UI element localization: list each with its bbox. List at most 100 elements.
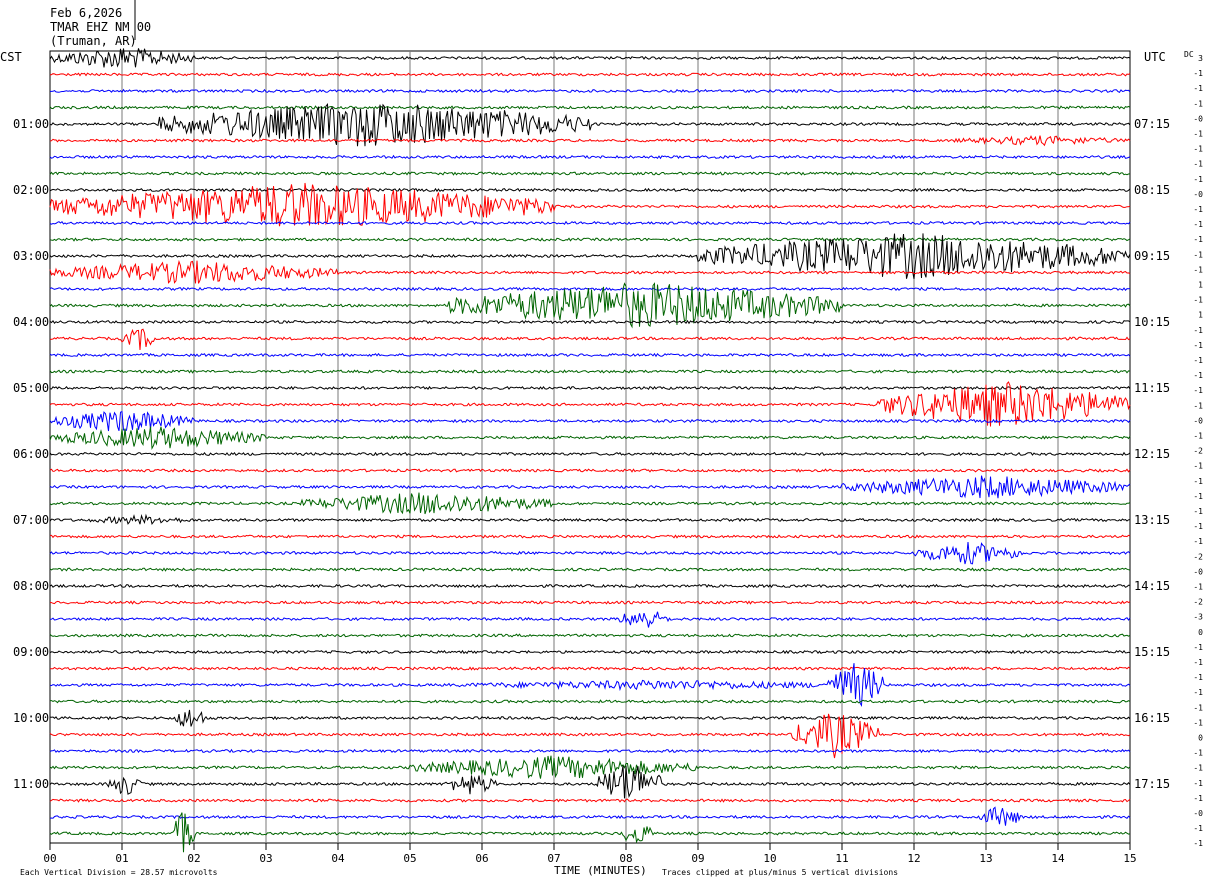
- seismic-traces: [49, 48, 1131, 853]
- seismic-trace-16: [49, 319, 1131, 325]
- seismic-trace-31: [49, 567, 1131, 572]
- right-zone-label: UTC: [1144, 50, 1166, 64]
- plot-frame: [49, 50, 1131, 844]
- seismic-trace-40: [49, 709, 1131, 727]
- dc-offset-label: 3: [1198, 54, 1203, 63]
- dc-offset-label: -1: [1193, 643, 1203, 652]
- dc-offset-label: -1: [1193, 794, 1203, 803]
- seismic-trace-36: [49, 649, 1131, 655]
- dc-offset-label: -1: [1193, 265, 1203, 274]
- dc-offset-label: -1: [1193, 160, 1203, 169]
- x-tick-label: 01: [115, 852, 128, 865]
- left-hour-label: 08:00: [13, 579, 49, 593]
- seismic-trace-22: [49, 410, 1131, 432]
- dc-offset-label: -1: [1193, 432, 1203, 441]
- seismic-trace-8: [49, 187, 1131, 193]
- dc-offset-label: -1: [1193, 658, 1203, 667]
- seismic-trace-45: [49, 798, 1131, 803]
- dc-offset-label: -1: [1193, 673, 1203, 682]
- seismic-trace-18: [49, 352, 1131, 358]
- x-tick-label: 12: [907, 852, 920, 865]
- x-tick-label: 13: [979, 852, 992, 865]
- dc-offset-label: 0: [1198, 734, 1203, 743]
- dc-offset-label: 1: [1198, 281, 1203, 290]
- x-tick-label: 06: [475, 852, 488, 865]
- dc-offset-label: 1: [1198, 311, 1203, 320]
- left-hour-label: 11:00: [13, 777, 49, 791]
- x-tick-label: 11: [835, 852, 848, 865]
- dc-offset-label: -1: [1193, 205, 1203, 214]
- x-tick-label: 14: [1051, 852, 1065, 865]
- dc-offset-label: -1: [1193, 356, 1203, 365]
- x-tick-label: 15: [1123, 852, 1136, 865]
- dc-offset-label: 0: [1198, 628, 1203, 637]
- seismic-trace-34: [49, 611, 1131, 628]
- seismic-trace-25: [49, 468, 1131, 473]
- seismic-trace-30: [49, 542, 1131, 565]
- dc-offset-label: -1: [1193, 341, 1203, 350]
- dc-offset-label: -1: [1193, 84, 1203, 93]
- dc-offset-label: -1: [1193, 386, 1203, 395]
- dc-offset-labels: 3 -1 -1 -1 -0 -1 -1 -1 -1 -0 -1 -1 -1 -1 -1 1 -1 1 -1 -1 -1 -…: [1193, 54, 1203, 848]
- seismic-trace-23: [49, 426, 1131, 451]
- seismic-trace-6: [49, 154, 1131, 160]
- seismic-trace-29: [49, 534, 1131, 539]
- dc-offset-label: -1: [1193, 326, 1203, 335]
- x-axis-ticks: 00 01 02 03 04 05 06 07 08 09 10 11 12 13 14 15: [43, 843, 1137, 865]
- right-hour-label: 15:15: [1134, 645, 1170, 659]
- left-hour-label: 06:00: [13, 447, 49, 461]
- header-location: (Truman, AR): [50, 34, 137, 48]
- left-hour-label: 07:00: [13, 513, 49, 527]
- seismic-trace-27: [49, 492, 1131, 515]
- right-hour-label: 17:15: [1134, 777, 1170, 791]
- dc-offset-label: -1: [1193, 145, 1203, 154]
- dc-offset-label: -2: [1193, 598, 1203, 607]
- dc-offset-label: -1: [1193, 401, 1203, 410]
- dc-offset-label: -1: [1193, 296, 1203, 305]
- x-tick-label: 05: [403, 852, 416, 865]
- left-hour-label: 03:00: [13, 249, 49, 263]
- right-hour-label: 07:15: [1134, 117, 1170, 131]
- dc-offset-label: -0: [1193, 809, 1203, 818]
- right-hour-label: 13:15: [1134, 513, 1170, 527]
- right-hour-label: 08:15: [1134, 183, 1170, 197]
- dc-offset-label: -1: [1193, 824, 1203, 833]
- left-hour-labels: 01:00 02:00 03:00 04:00 05:00 06:00 07:00 08:00…: [13, 117, 49, 791]
- right-hour-label: 11:15: [1134, 381, 1170, 395]
- dc-offset-label: -1: [1193, 779, 1203, 788]
- seismic-trace-1: [49, 72, 1131, 77]
- seismic-trace-44: [49, 765, 1131, 799]
- footer-scale: Each Vertical Division = 28.57 microvolt…: [20, 868, 218, 877]
- x-tick-label: 09: [691, 852, 704, 865]
- seismic-trace-5: [49, 135, 1131, 147]
- dc-offset-label: -1: [1193, 69, 1203, 78]
- dc-label: DC: [1184, 50, 1194, 59]
- seismic-trace-26: [49, 475, 1131, 499]
- dc-offset-label: -1: [1193, 718, 1203, 727]
- dc-offset-label: -1: [1193, 235, 1203, 244]
- dc-offset-label: -1: [1193, 220, 1203, 229]
- x-tick-label: 02: [187, 852, 200, 865]
- seismic-trace-41: [49, 713, 1131, 759]
- right-hour-label: 10:15: [1134, 315, 1170, 329]
- seismic-trace-10: [49, 220, 1131, 226]
- dc-offset-label: -1: [1193, 688, 1203, 697]
- dc-offset-label: -0: [1193, 190, 1203, 199]
- dc-offset-label: -1: [1193, 477, 1203, 486]
- x-tick-label: 04: [331, 852, 345, 865]
- seismic-trace-11: [49, 237, 1131, 242]
- dc-offset-label: -0: [1193, 567, 1203, 576]
- dc-offset-label: -2: [1193, 447, 1203, 456]
- dc-offset-label: -0: [1193, 416, 1203, 425]
- seismic-trace-46: [49, 806, 1131, 826]
- dc-offset-label: -1: [1193, 522, 1203, 531]
- seismic-trace-2: [49, 88, 1131, 94]
- right-hour-label: 09:15: [1134, 249, 1170, 263]
- header-station: TMAR EHZ NM 00: [50, 20, 151, 34]
- seismic-trace-3: [49, 105, 1131, 110]
- left-hour-label: 05:00: [13, 381, 49, 395]
- left-hour-label: 10:00: [13, 711, 49, 725]
- seismic-trace-43: [49, 755, 1131, 779]
- seismic-trace-32: [49, 583, 1130, 589]
- seismic-trace-39: [50, 699, 1131, 704]
